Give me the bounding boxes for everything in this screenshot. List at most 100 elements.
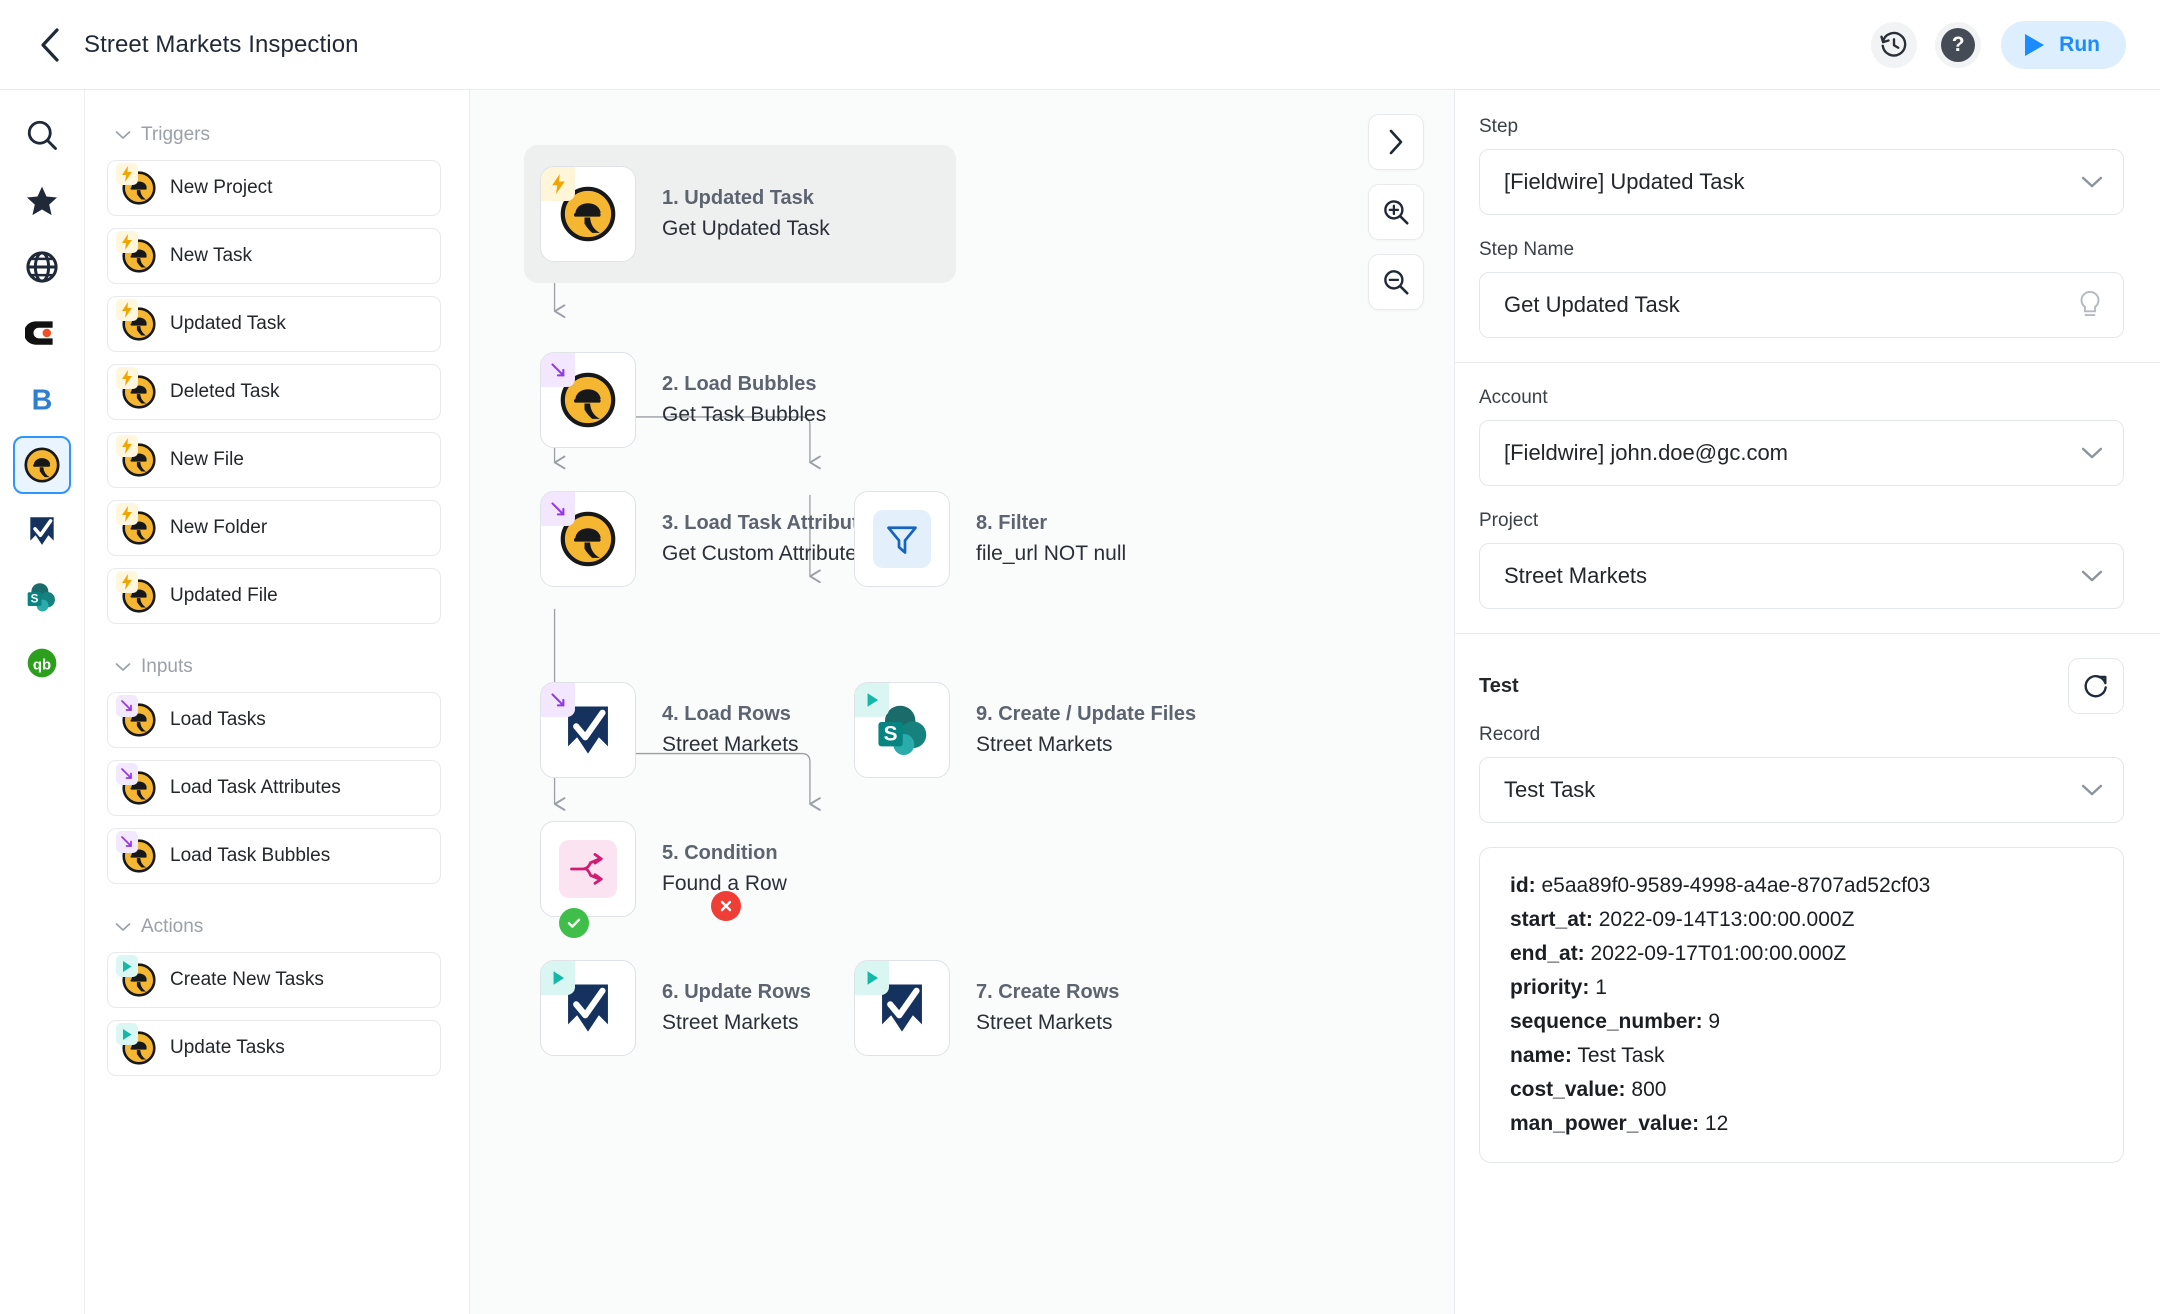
- library-item-new-task[interactable]: New Task: [107, 228, 441, 284]
- step-config-panel: Step [Fieldwire] Updated Task Step Name …: [1455, 90, 2160, 1314]
- step-name-input[interactable]: Get Updated Task: [1479, 272, 2124, 338]
- group-header-triggers[interactable]: Triggers: [115, 124, 441, 146]
- project-label: Project: [1479, 510, 1539, 531]
- library-item-load-tasks[interactable]: Load Tasks: [107, 692, 441, 748]
- step-name-value: Get Updated Task: [1504, 292, 1680, 317]
- app-c-icon[interactable]: [13, 304, 71, 362]
- group-header-inputs[interactable]: Inputs: [115, 656, 441, 678]
- record-field: id: e5aa89f0-9589-4998-a4ae-8707ad52cf03: [1510, 874, 2093, 898]
- trigger-badge: [116, 571, 138, 593]
- library-item-load-task-attributes[interactable]: Load Task Attributes: [107, 760, 441, 816]
- play-triangle-icon: [123, 960, 132, 972]
- node-subtitle: Street Markets: [976, 1011, 1113, 1034]
- node-icon-box[interactable]: [540, 166, 636, 262]
- lightning-icon: [122, 234, 132, 250]
- node-title: 7. Create Rows: [976, 981, 1120, 1003]
- library-item-deleted-task[interactable]: Deleted Task: [107, 364, 441, 420]
- node-title: 9. Create / Update Files: [976, 703, 1197, 725]
- app-smartsheet-icon[interactable]: [13, 502, 71, 560]
- node-title: 4. Load Rows: [662, 703, 791, 725]
- app-fieldwire-icon[interactable]: [13, 436, 71, 494]
- action-badge: [116, 1023, 138, 1045]
- condition-icon-tile: [559, 840, 617, 898]
- library-item-updated-task[interactable]: Updated Task: [107, 296, 441, 352]
- flow-node-9[interactable]: S 9. Create / Update Files Street Market…: [854, 682, 1196, 778]
- help-button[interactable]: ?: [1935, 21, 1982, 68]
- flow-node-4[interactable]: 4. Load Rows Street Markets: [540, 682, 799, 778]
- trigger-badge: [116, 435, 138, 457]
- flow-node-8[interactable]: 8. Filter file_url NOT null: [854, 491, 1126, 587]
- flow-node-7[interactable]: 7. Create Rows Street Markets: [854, 960, 1119, 1056]
- search-icon[interactable]: [13, 106, 71, 164]
- library-item-new-file[interactable]: New File: [107, 432, 441, 488]
- chevron-down-icon: [2081, 447, 2103, 459]
- record-select[interactable]: Test Task: [1479, 757, 2124, 823]
- record-field-value: 1: [1595, 976, 1607, 999]
- record-field-value: e5aa89f0-9589-4998-a4ae-8707ad52cf03: [1541, 874, 1931, 897]
- lightning-icon: [122, 574, 132, 590]
- step-select[interactable]: [Fieldwire] Updated Task: [1479, 149, 2124, 215]
- filter-icon-tile: [873, 510, 931, 568]
- flow-node-5[interactable]: 5. Condition Found a Row: [540, 821, 787, 917]
- group-title: Inputs: [141, 656, 193, 677]
- play-triangle-icon: [867, 971, 878, 985]
- top-bar: Street Markets Inspection ? Run: [0, 0, 2160, 90]
- record-field-value: 12: [1704, 1112, 1729, 1135]
- node-icon-box[interactable]: [540, 960, 636, 1056]
- record-field: start_at: 2022-09-14T13:00:00.000Z: [1510, 908, 2093, 932]
- node-text: 2. Load Bubbles Get Task Bubbles: [662, 373, 826, 427]
- main-body: B S qb Triggers New Project New Task Upd…: [0, 90, 2160, 1314]
- node-title: 1. Updated Task: [662, 187, 814, 209]
- library-item-new-project[interactable]: New Project: [107, 160, 441, 216]
- account-select[interactable]: [Fieldwire] john.doe@gc.com: [1479, 420, 2124, 486]
- run-button-label: Run: [2059, 32, 2100, 56]
- lightning-icon: [122, 506, 132, 522]
- node-icon-box[interactable]: [540, 821, 636, 917]
- app-quickbooks-icon[interactable]: qb: [13, 634, 71, 692]
- library-item-create-new-tasks[interactable]: Create New Tasks: [107, 952, 441, 1008]
- app-rail: B S qb: [0, 90, 85, 1314]
- node-title: 8. Filter: [976, 512, 1048, 534]
- record-label: Record: [1479, 724, 1541, 745]
- node-title: 6. Update Rows: [662, 981, 811, 1003]
- node-icon-box[interactable]: S: [854, 682, 950, 778]
- arrow-down-right-icon: [550, 692, 564, 706]
- flow-node-1[interactable]: 1. Updated Task Get Updated Task: [540, 166, 830, 262]
- library-item-load-task-bubbles[interactable]: Load Task Bubbles: [107, 828, 441, 884]
- item-icon: [116, 231, 156, 273]
- back-button[interactable]: [28, 23, 72, 67]
- arrow-down-right-icon: [121, 836, 132, 847]
- input-badge: [541, 353, 575, 387]
- group-header-actions[interactable]: Actions: [115, 916, 441, 938]
- library-item-label: New Project: [170, 177, 273, 198]
- record-field-key: id:: [1510, 874, 1536, 897]
- record-field: end_at: 2022-09-17T01:00:00.000Z: [1510, 942, 2093, 966]
- history-button[interactable]: [1871, 21, 1918, 68]
- globe-icon[interactable]: [13, 238, 71, 296]
- zoom-out-button[interactable]: [1368, 254, 1424, 310]
- record-field-key: start_at:: [1510, 908, 1593, 931]
- node-icon-box[interactable]: [854, 960, 950, 1056]
- zoom-in-button[interactable]: [1368, 184, 1424, 240]
- flow-node-2[interactable]: 2. Load Bubbles Get Task Bubbles: [540, 352, 826, 448]
- node-icon-box[interactable]: [540, 682, 636, 778]
- flow-canvas[interactable]: 1. Updated Task Get Updated Task 2. Load…: [470, 90, 1455, 1314]
- flow-node-3[interactable]: 3. Load Task Attributes Get Custom Attri…: [540, 491, 881, 587]
- node-icon-box[interactable]: [540, 491, 636, 587]
- node-icon-box[interactable]: [540, 352, 636, 448]
- app-b-icon[interactable]: B: [13, 370, 71, 428]
- library-item-update-tasks[interactable]: Update Tasks: [107, 1020, 441, 1076]
- project-select[interactable]: Street Markets: [1479, 543, 2124, 609]
- refresh-test-button[interactable]: [2068, 658, 2124, 714]
- node-icon-box[interactable]: [854, 491, 950, 587]
- collapse-panel-button[interactable]: [1368, 114, 1424, 170]
- svg-text:qb: qb: [33, 657, 51, 673]
- library-item-new-folder[interactable]: New Folder: [107, 500, 441, 556]
- app-sharepoint-icon[interactable]: S: [13, 568, 71, 626]
- flow-node-6[interactable]: 6. Update Rows Street Markets: [540, 960, 811, 1056]
- test-title: Test: [1479, 674, 1519, 697]
- lightbulb-icon[interactable]: [2077, 290, 2103, 320]
- favorites-icon[interactable]: [13, 172, 71, 230]
- run-button[interactable]: Run: [2001, 20, 2126, 69]
- library-item-updated-file[interactable]: Updated File: [107, 568, 441, 624]
